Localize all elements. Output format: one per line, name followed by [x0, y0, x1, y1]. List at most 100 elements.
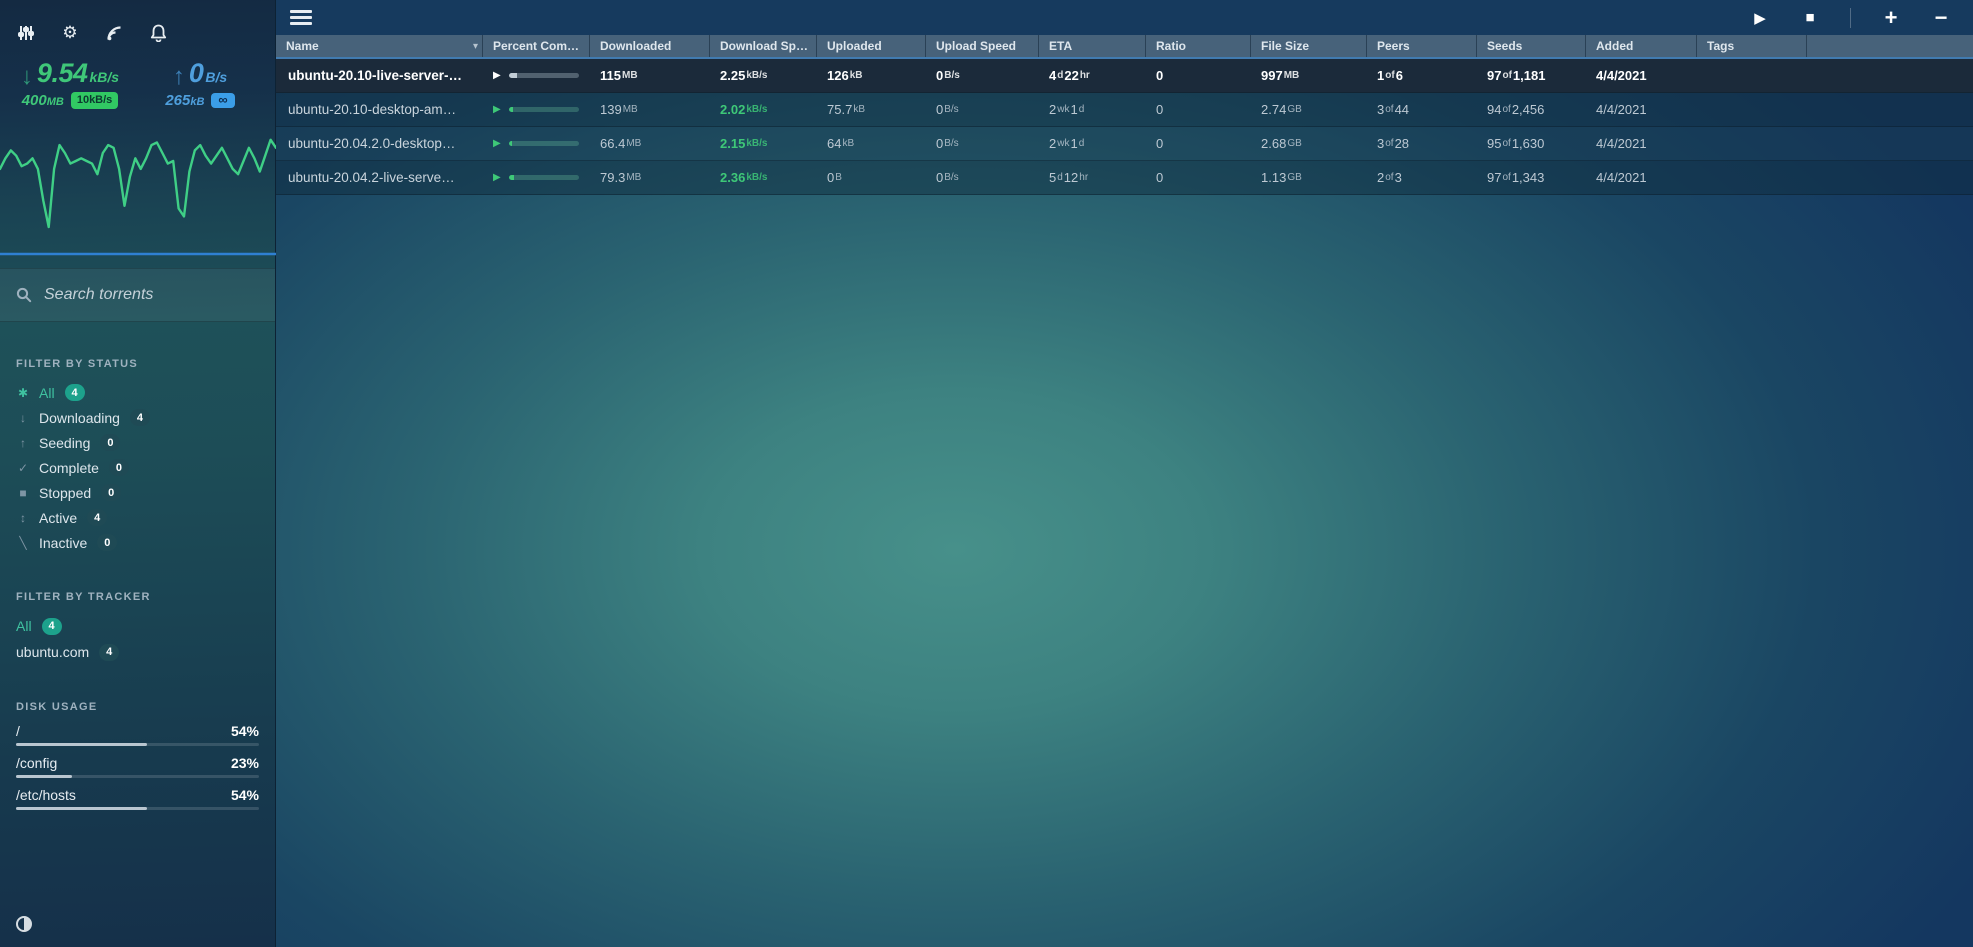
- filter-label: Seeding: [39, 435, 90, 451]
- disk-usage-bar: [16, 807, 259, 810]
- cell-downloaded: 79.3MB: [590, 161, 710, 194]
- filter-count-badge: 0: [97, 534, 117, 551]
- torrent-row[interactable]: ubuntu-20.04.2-live-serve…▶79.3MB2.36kB/…: [276, 161, 1973, 195]
- download-limit-badge[interactable]: 10kB/s: [71, 92, 118, 109]
- upload-limit-badge[interactable]: ∞: [211, 93, 234, 108]
- settings-gear-icon[interactable]: ⚙: [60, 23, 80, 43]
- filter-label: Active: [39, 510, 77, 526]
- cell-dl_speed: 2.25kB/s: [710, 59, 817, 92]
- column-header-name[interactable]: Name▾: [276, 35, 483, 57]
- download-total: 400MB: [22, 92, 64, 109]
- column-header-size[interactable]: File Size: [1251, 35, 1367, 57]
- downloading-state-icon: ▶: [493, 104, 501, 115]
- seeding-icon: ↑: [16, 436, 30, 450]
- download-rate-unit: kB/s: [89, 69, 119, 85]
- rss-feeds-icon[interactable]: [104, 23, 124, 43]
- tracker-filter-all[interactable]: All4: [16, 613, 259, 639]
- column-header-peers[interactable]: Peers: [1367, 35, 1477, 57]
- download-rate-line: [0, 140, 276, 227]
- progress-bar: [509, 141, 579, 146]
- disk-percent: 54%: [231, 723, 259, 739]
- disk-usage-item: / 54%: [16, 723, 259, 746]
- filter-count-badge: 4: [130, 409, 150, 426]
- stop-torrents-icon[interactable]: ■: [1800, 8, 1820, 28]
- notifications-bell-icon[interactable]: [148, 23, 168, 43]
- filter-count-badge: 4: [99, 644, 119, 661]
- filter-count-badge: 0: [101, 484, 121, 501]
- column-header-ratio[interactable]: Ratio: [1146, 35, 1251, 57]
- torrent-table-header: Name▾Percent Com…DownloadedDownload Sp… U…: [276, 35, 1973, 59]
- menu-icon[interactable]: [290, 10, 314, 25]
- cell-uploaded: 126kB: [817, 59, 926, 92]
- sort-arrow-icon: ▾: [473, 41, 478, 52]
- upload-rate-unit: B/s: [205, 69, 227, 85]
- status-filter-stopped[interactable]: ■Stopped0: [16, 480, 259, 505]
- disk-percent: 54%: [231, 787, 259, 803]
- cell-tags: [1697, 127, 1807, 160]
- tracker-filter-ubuntu.com[interactable]: ubuntu.com4: [16, 639, 259, 665]
- status-filter-inactive[interactable]: ╲Inactive0: [16, 530, 259, 555]
- column-header-percent[interactable]: Percent Com…: [483, 35, 590, 57]
- cell-size: 1.13GB: [1251, 161, 1367, 194]
- cell-dl_speed: 2.02kB/s: [710, 93, 817, 126]
- status-filter-complete[interactable]: ✓Complete0: [16, 455, 259, 480]
- column-label: Tags: [1707, 39, 1734, 53]
- column-label: Seeds: [1487, 39, 1522, 53]
- cell-uploaded: 0B: [817, 161, 926, 194]
- cell-ratio: 0: [1146, 59, 1251, 92]
- column-header-tags[interactable]: Tags: [1697, 35, 1807, 57]
- search-input[interactable]: [44, 286, 259, 304]
- torrent-row[interactable]: ubuntu-20.10-desktop-am…▶139MB2.02kB/s75…: [276, 93, 1973, 127]
- cell-eta: 5d 12hr: [1039, 161, 1146, 194]
- download-arrow-icon: ↓: [21, 63, 33, 91]
- disk-path: /: [16, 723, 20, 739]
- cell-ul_speed: 0B/s: [926, 93, 1039, 126]
- torrent-table-rows: ubuntu-20.10-live-server-…▶115MB2.25kB/s…: [276, 59, 1973, 195]
- column-label: Uploaded: [827, 39, 882, 53]
- downloading-state-icon: ▶: [493, 70, 501, 81]
- cell-size: 2.74GB: [1251, 93, 1367, 126]
- speed-limits-icon[interactable]: [16, 23, 36, 43]
- start-torrents-icon[interactable]: ▶: [1750, 8, 1770, 28]
- cell-name: ubuntu-20.04.2.0-desktop…: [276, 127, 483, 160]
- status-filter-seeding[interactable]: ↑Seeding0: [16, 430, 259, 455]
- column-label: File Size: [1261, 39, 1309, 53]
- disk-percent: 23%: [231, 755, 259, 771]
- action-toolbar: ▶ ■ + −: [276, 0, 1973, 35]
- column-label: Added: [1596, 39, 1633, 53]
- column-header-added[interactable]: Added: [1586, 35, 1697, 57]
- cell-ul_speed: 0B/s: [926, 161, 1039, 194]
- download-summary: ↓ 9.54 kB/s 400MB 10kB/s: [10, 58, 130, 120]
- status-filter-list: ✱All4↓Downloading4 ↑ Seeding 0 ✓Complete0■St…: [16, 380, 259, 555]
- cell-ratio: 0: [1146, 127, 1251, 160]
- status-filter-all[interactable]: ✱All4: [16, 380, 259, 405]
- progress-bar: [509, 107, 579, 112]
- column-header-uploaded[interactable]: Uploaded: [817, 35, 926, 57]
- column-header-downloaded[interactable]: Downloaded: [590, 35, 710, 57]
- cell-size: 997MB: [1251, 59, 1367, 92]
- downloading-state-icon: ▶: [493, 172, 501, 183]
- add-torrent-icon[interactable]: +: [1881, 8, 1901, 28]
- status-filter-title: Filter by Status: [16, 358, 259, 370]
- torrent-row[interactable]: ubuntu-20.10-live-server-…▶115MB2.25kB/s…: [276, 59, 1973, 93]
- cell-added: 4/4/2021: [1586, 59, 1697, 92]
- column-header-eta[interactable]: ETA: [1039, 35, 1146, 57]
- theme-toggle-contrast-icon[interactable]: [15, 915, 33, 933]
- cell-seeds: 94 of 2,456: [1477, 93, 1586, 126]
- cell-peers: 2 of 3: [1367, 161, 1477, 194]
- upload-arrow-icon: ↑: [173, 63, 185, 91]
- remove-torrent-icon[interactable]: −: [1931, 8, 1951, 28]
- column-header-ul_speed[interactable]: Upload Speed: [926, 35, 1039, 57]
- column-header-dl_speed[interactable]: Download Sp…: [710, 35, 817, 57]
- search-box: [0, 268, 275, 322]
- disk-usage-bar: [16, 775, 259, 778]
- cell-tags: [1697, 161, 1807, 194]
- column-header-seeds[interactable]: Seeds: [1477, 35, 1586, 57]
- status-filter-downloading[interactable]: ↓Downloading4: [16, 405, 259, 430]
- torrent-row[interactable]: ubuntu-20.04.2.0-desktop…▶66.4MB2.15kB/s…: [276, 127, 1973, 161]
- cell-peers: 1 of 6: [1367, 59, 1477, 92]
- cell-percent: ▶: [483, 93, 590, 126]
- cell-tags: [1697, 59, 1807, 92]
- cell-eta: 2wk 1d: [1039, 93, 1146, 126]
- status-filter-active[interactable]: ↕Active4: [16, 505, 259, 530]
